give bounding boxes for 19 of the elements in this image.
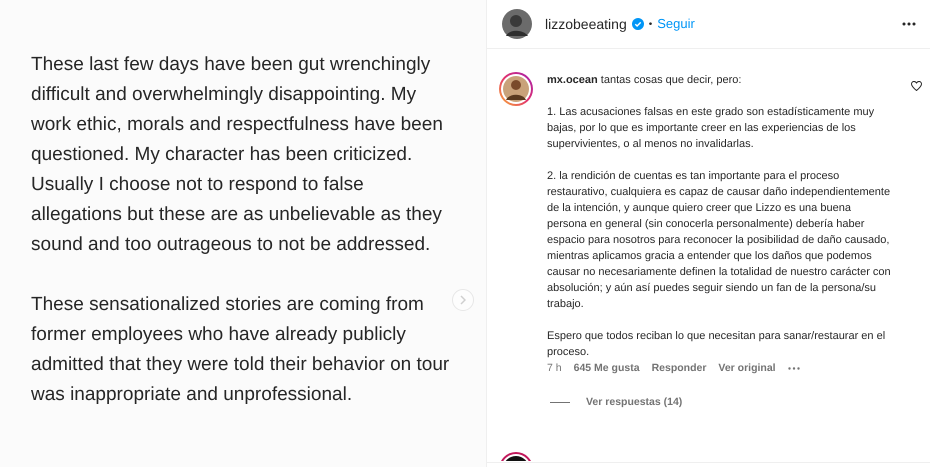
username[interactable]: lizzobeeating xyxy=(545,14,627,34)
comment-text: 2. la rendición de cuentas es tan importante para el proceso restaurativo, cualquiera es capaz de causar daño independientemente de la intención, y aunque quiero creer que Lizzo es una buena persona en general (sin conocerla personalmente) debería haber espacio para nosotros para reconocer la posibilidad de daño causado, mientras aplicamos gracia a entender que los daños que podemos causar no necesariamente definen la totalidad de nuestro carácter con absolución; y aún así puedes seguir siendo un fan de la persona/su trabajo. xyxy=(547,169,892,312)
comment-text: mx.ocean tantas cosas que decir, pero: xyxy=(547,73,742,88)
chevron-right-icon xyxy=(460,295,466,305)
caption-paragraph: These last few days have been gut wrenchingly difficult and overwhelmingly disappointing. My work ethic, morals and respectfulness have been questioned. My character has been criticized. Usually I choose not to respond to false allegations but these are as unbelievable as they sound and too outrageous to not be addressed. xyxy=(31,53,444,257)
reply-link[interactable]: Responder xyxy=(652,361,706,377)
likes-link[interactable]: 645 Me gusta xyxy=(574,361,640,377)
more-icon[interactable] xyxy=(902,22,916,26)
avatar[interactable] xyxy=(502,9,532,39)
see-original-link[interactable]: Ver original xyxy=(718,361,776,377)
view-replies-link[interactable]: Ver respuestas (14) xyxy=(586,394,682,410)
heart-icon[interactable] xyxy=(911,81,922,91)
follow-button[interactable]: Seguir xyxy=(657,14,695,34)
comment-time: 7 h xyxy=(547,361,562,376)
comment-text: Espero que todos reciban lo que necesitan para sanar/restaurar en el proceso. xyxy=(547,329,886,360)
separator: • xyxy=(648,18,652,32)
avatar[interactable] xyxy=(498,71,534,107)
caption-paragraph: These sensationalized stories are coming from former employees who have already publicly admitted that they were told their behavior on tour was inappropriate and unprofessional. xyxy=(31,293,450,407)
comment-text: 1. Las acusaciones falsas en este grado son estadísticamente muy bajas, por lo que es importante creer en las experiencias de los supervivientes, o al menos no invalidarlas. xyxy=(547,105,876,152)
